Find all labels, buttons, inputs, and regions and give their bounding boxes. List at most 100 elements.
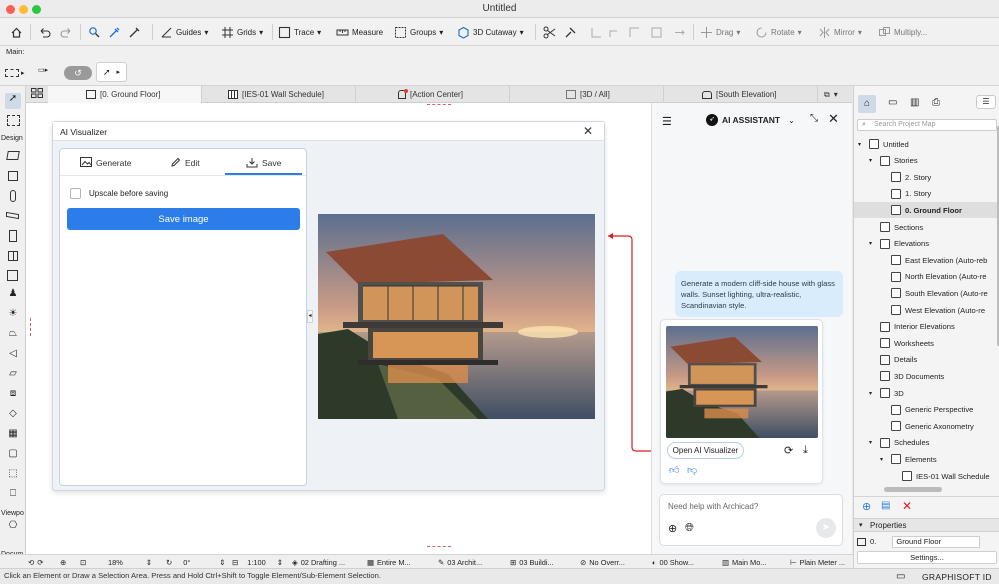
curtain-wall-tool[interactable]	[5, 268, 21, 284]
drag-button[interactable]: Drag ▾	[700, 24, 740, 40]
renovation-filter[interactable]: ◐ 00 Show...	[652, 556, 694, 568]
disclosure-triangle-icon[interactable]: ▾	[869, 240, 876, 247]
dialog-close-button[interactable]: ✕	[583, 124, 593, 138]
split-button[interactable]	[543, 24, 556, 40]
canvas-splitter-left[interactable]	[30, 318, 33, 336]
disclosure-triangle-icon[interactable]: ▾	[880, 456, 887, 463]
regenerate-button[interactable]: ⟳	[784, 444, 793, 457]
rotate-button[interactable]: Rotate ▾	[755, 24, 802, 40]
tab-generate[interactable]: Generate	[80, 155, 131, 171]
marquee-tool[interactable]	[5, 113, 21, 129]
tab-ground-floor[interactable]: [0. Ground Floor]	[48, 86, 202, 103]
delete-view-button[interactable]: ✕	[902, 499, 912, 513]
tab-save[interactable]: Save	[246, 155, 281, 171]
save-image-button[interactable]: Save image	[67, 208, 300, 230]
disclosure-triangle-icon[interactable]: ▾	[869, 439, 876, 446]
new-view-button[interactable]: ⊕	[862, 500, 871, 513]
stair-tool[interactable]: ▱	[5, 368, 21, 384]
project-tree-item[interactable]: South Elevation (Auto-re	[854, 285, 997, 301]
settings-button[interactable]: Settings...	[857, 551, 997, 564]
redo-button[interactable]	[60, 24, 73, 40]
roof-tool[interactable]: ⏢	[5, 328, 21, 344]
zoom-in-button[interactable]: ⊕	[60, 556, 66, 568]
tab-edit[interactable]: Edit	[170, 155, 200, 171]
project-tree-item[interactable]: Generic Perspective	[854, 402, 997, 418]
tab-action-center[interactable]: [Action Center]	[356, 86, 510, 103]
slab-tool[interactable]	[5, 208, 21, 224]
guides-button[interactable]: Guides ▾	[160, 24, 208, 40]
dimension-standard[interactable]: ⊞ 03 Buildi...	[510, 556, 554, 568]
groups-button[interactable]: Groups ▾	[394, 24, 443, 40]
mirror-button[interactable]: Mirror ▾	[818, 24, 862, 40]
beam-tool[interactable]	[5, 188, 21, 204]
assistant-menu-button[interactable]: ☰	[662, 115, 672, 128]
graphisoft-id[interactable]: GRAPHISOFT ID	[922, 572, 992, 582]
download-button[interactable]: ⤓	[803, 444, 808, 457]
canvas-splitter-bottom[interactable]	[427, 546, 451, 549]
assistant-input[interactable]: Need help with Archicad? ⊕ 🌐︎ ➤	[659, 494, 843, 546]
column-tool[interactable]	[5, 168, 21, 184]
assistant-title-dropdown[interactable]: ➶ AI ASSISTANT ⌄	[706, 114, 795, 126]
orientation-control[interactable]: ↻ 0° ⇕	[166, 556, 225, 568]
dimension-unit[interactable]: ⊢ Plain Meter ...	[790, 556, 845, 568]
section-tool[interactable]: ⎔	[5, 520, 21, 536]
graphic-override[interactable]: ⊘ No Overr...	[580, 556, 625, 568]
skylight-tool[interactable]: ⬚	[5, 468, 21, 484]
lamp-tool[interactable]: ☀	[5, 308, 21, 324]
project-tree-item[interactable]: ▾ Elevations	[854, 236, 997, 252]
project-tree-item[interactable]: ▾ 3D	[854, 385, 997, 401]
project-tree-item[interactable]: ▾ Schedules	[854, 435, 997, 451]
zone-tool[interactable]: ◇	[5, 408, 21, 424]
response-image-thumbnail[interactable]	[666, 326, 818, 438]
arrow-tool[interactable]: ➚	[5, 93, 21, 109]
attach-button[interactable]: ⊕	[668, 522, 677, 535]
scale-control[interactable]: ⊟ 1:100 ⇕	[232, 556, 283, 568]
send-button[interactable]: ➤	[816, 518, 836, 538]
thumbs-down-button[interactable]: 👎︎	[687, 464, 697, 476]
home-button[interactable]	[10, 24, 23, 40]
project-tree-item[interactable]: ▾ Elements	[854, 451, 997, 467]
disclosure-triangle-icon[interactable]: ▾	[858, 141, 865, 148]
fit-window-button[interactable]: ⊡	[80, 556, 86, 568]
fillet-button[interactable]	[608, 24, 621, 40]
project-tree-item[interactable]: ▾ Stories	[854, 153, 997, 169]
disclosure-triangle-icon[interactable]: ▾	[869, 390, 876, 397]
opening-tool[interactable]: ⎕	[5, 488, 21, 504]
pen-set[interactable]: ✎ 03 Archit...	[438, 556, 482, 568]
pointer-tool-selector[interactable]: ➚ ▸	[96, 62, 127, 82]
tab-wall-schedule[interactable]: [IES-01 Wall Schedule]	[202, 86, 356, 103]
intersect-button[interactable]	[590, 24, 603, 40]
collapse-assistant-button[interactable]: ⤡	[810, 113, 818, 124]
grids-button[interactable]: Grids ▾	[221, 24, 263, 40]
adjust-button[interactable]	[564, 24, 577, 40]
eyedropper-button[interactable]	[108, 24, 121, 40]
upscale-checkbox[interactable]	[70, 188, 81, 199]
object-tool[interactable]: ♟	[5, 288, 21, 304]
project-tree-item[interactable]: Details	[854, 352, 997, 368]
project-tree-item[interactable]: North Elevation (Auto-re	[854, 269, 997, 285]
project-tree-item[interactable]: 3D Documents	[854, 368, 997, 384]
open-ai-visualizer-button[interactable]: Open AI Visualizer	[667, 442, 744, 459]
project-tree-item[interactable]: West Elevation (Auto-re	[854, 302, 997, 318]
project-tree-item[interactable]: East Elevation (Auto-reb	[854, 252, 997, 268]
measure-button[interactable]: Measure	[336, 24, 383, 40]
shell-tool[interactable]: ▢	[5, 448, 21, 464]
syringe-button[interactable]	[128, 24, 141, 40]
web-search-button[interactable]: 🌐︎	[685, 522, 694, 535]
properties-header[interactable]: ▾ Properties	[854, 518, 999, 532]
geometry-method-control[interactable]: ▸	[5, 66, 35, 80]
railing-tool[interactable]: ⧈	[5, 388, 21, 404]
window-tool[interactable]	[5, 248, 21, 264]
structure-display[interactable]: ▥ Main Mo...	[722, 556, 766, 568]
disclosure-triangle-icon[interactable]: ▾	[869, 157, 876, 164]
property-value-field[interactable]: Ground Floor	[892, 535, 981, 548]
project-tree-item[interactable]: IES-01 Wall Schedule	[854, 468, 997, 484]
find-select-button[interactable]	[88, 24, 101, 40]
chamfer-button[interactable]	[628, 24, 641, 40]
project-tree-item[interactable]: Worksheets	[854, 335, 997, 351]
tab-3d-all[interactable]: [3D / All]	[510, 86, 664, 103]
tab-list-button[interactable]: ⧉ ▾	[818, 86, 852, 103]
project-tree-item[interactable]: 1. Story	[854, 186, 997, 202]
canvas-splitter-top[interactable]	[427, 104, 451, 107]
thumbs-up-button[interactable]: 👍︎	[669, 464, 679, 476]
